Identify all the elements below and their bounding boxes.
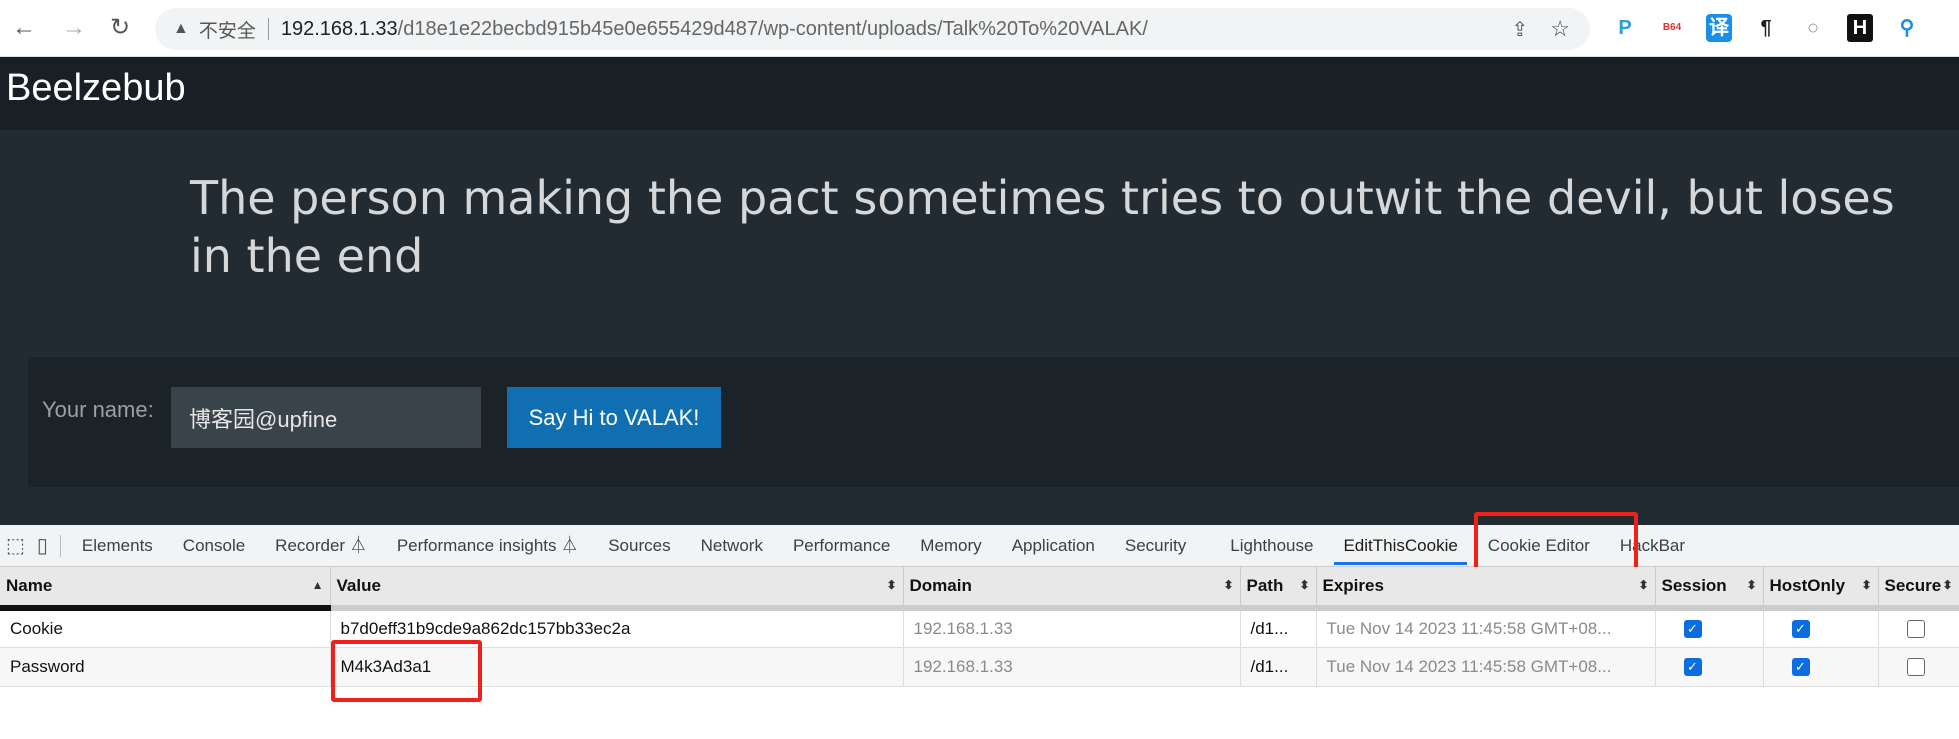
hero-section: The person making the pact sometimes tri… [0,130,1959,525]
table-row[interactable]: Password M4k3Ad3a1 192.168.1.33/d1... Tue N… [0,647,1959,687]
cell-name[interactable]: Password [0,647,331,687]
address-bar[interactable]: ▲ 不安全 192.168.1.33/d18e1e22becbd915b45e0… [155,8,1590,50]
tab-editthiscookie[interactable]: EditThisCookie [1328,525,1472,567]
url-host: 192.168.1.33 [280,17,398,40]
forward-button[interactable]: → [58,12,90,44]
greeting-form: Your name: Say Hi to VALAK! [28,357,1959,487]
hostonly-checkbox[interactable]: ✓ [1791,658,1810,677]
tab-recorder[interactable]: Recorder ⏃ [260,525,382,567]
cell-expires[interactable]: Tue Nov 14 2023 11:45:58 GMT+08... [1316,647,1656,687]
tab-console[interactable]: Console [168,525,260,567]
highlight-box [331,640,482,702]
p-extension-icon[interactable]: P [1612,14,1638,42]
tab-application[interactable]: Application [997,525,1110,567]
column-label: Path [1246,576,1284,595]
column-label: Domain [909,576,972,595]
column-label: Expires [1322,576,1384,595]
column-header-expires[interactable]: Expires ⬍ [1316,567,1656,611]
cell-hostonly: ✓ [1763,608,1879,648]
h-extension-icon[interactable]: H [1847,14,1873,42]
reload-button[interactable]: ↻ [104,12,136,44]
cell-domain[interactable]: 192.168.1.33 [903,608,1241,648]
sort-icon[interactable]: ⬍ [886,578,896,592]
cell-expires[interactable]: Tue Nov 14 2023 11:45:58 GMT+08... [1316,608,1656,648]
url-path: /d18e1e22becbd915b45e0e655429d487/wp-con… [397,17,1148,40]
tab-network[interactable]: Network [686,525,778,567]
tab-sources[interactable]: Sources [593,525,685,567]
cell-session: ✓ [1655,647,1764,687]
say-hi-button[interactable]: Say Hi to VALAK! [507,387,721,448]
column-header-path[interactable]: Path ⬍ [1240,567,1317,611]
column-label: Value [336,576,381,595]
site-brand[interactable]: Beelzebub [6,67,186,110]
cell-path[interactable]: /d1... [1240,608,1317,648]
tab-security[interactable]: Security [1110,525,1201,567]
name-label: Your name: [42,397,154,422]
circle-extension-icon[interactable]: ○ [1800,14,1826,42]
tab-performance-insights[interactable]: Performance insights ⏃ [382,525,593,567]
column-header-session[interactable]: Session ⬍ [1655,567,1764,611]
cell-domain[interactable]: 192.168.1.33 [903,647,1241,687]
bookmark-star-icon[interactable]: ☆ [1550,16,1570,42]
cell-path[interactable]: /d1... [1240,647,1317,687]
tab-elements[interactable]: Elements [67,525,168,567]
cookie-table: Name ▲ Value ⬍ Domain ⬍ Path ⬍ Expires ⬍ Session ⬍ H… [0,567,1959,687]
column-header-value[interactable]: Value ⬍ [330,567,904,611]
site-navbar: Beelzebub [0,57,1959,130]
sort-icon[interactable]: ⬍ [1299,578,1309,592]
secure-checkbox[interactable] [1906,658,1925,677]
pin-extension-icon[interactable]: ⚲ [1894,14,1920,42]
secure-checkbox[interactable] [1906,620,1925,639]
name-input[interactable] [171,387,481,448]
column-header-domain[interactable]: Domain ⬍ [903,567,1241,611]
column-label: Secure [1884,576,1942,595]
translate-extension-icon[interactable]: 译 [1706,14,1732,42]
tab-memory[interactable]: Memory [905,525,996,567]
cell-hostonly: ✓ [1763,647,1879,687]
table-row[interactable]: Cookie b7d0eff31b9cde9a862dc157bb33ec2a 19… [0,608,1959,648]
sort-icon[interactable]: ⬍ [1746,578,1756,592]
headline: The person making the pact sometimes tri… [190,171,1895,283]
share-icon[interactable]: ⇪ [1512,17,1529,42]
cell-secure [1878,608,1959,648]
security-label: 不安全 [198,20,256,42]
session-checkbox[interactable]: ✓ [1683,658,1702,677]
pilcrow-extension-icon[interactable]: ¶ [1753,14,1779,42]
cell-secure [1878,647,1959,687]
sort-icon[interactable]: ⬍ [1223,578,1233,592]
column-label: HostOnly [1769,576,1846,595]
sort-icon[interactable]: ⬍ [1861,578,1871,592]
session-checkbox[interactable]: ✓ [1683,620,1702,639]
browser-toolbar: ← → ↻ ▲ 不安全 192.168.1.33/d18e1e22becbd91… [0,0,1959,57]
column-label: Session [1661,576,1727,595]
warning-icon: ▲ [173,20,189,37]
column-label: Name [6,576,53,595]
tab-performance[interactable]: Performance [778,525,905,567]
divider [267,18,269,40]
column-header-name[interactable]: Name ▲ [0,567,331,611]
column-header-secure[interactable]: Secure ⬍ [1878,567,1959,611]
cell-name[interactable]: Cookie [0,608,331,648]
column-header-hostonly[interactable]: HostOnly ⬍ [1763,567,1879,611]
hostonly-checkbox[interactable]: ✓ [1791,620,1810,639]
cell-session: ✓ [1655,608,1764,648]
device-toolbar-icon[interactable]: ▯ [37,533,48,558]
sort-icon[interactable]: ⬍ [1942,578,1952,592]
sort-icon[interactable]: ⬍ [1638,578,1648,592]
devtools-tabbar: ⬚ ▯ Elements Console Recorder ⏃ Performance… [0,525,1959,567]
inspect-element-icon[interactable]: ⬚ [6,533,25,558]
base64-extension-icon[interactable]: B64 [1659,14,1685,42]
back-button[interactable]: ← [8,12,40,44]
divider [59,534,61,557]
tab-lighthouse[interactable]: Lighthouse [1215,525,1328,567]
sort-ascending-icon[interactable]: ▲ [312,578,324,592]
